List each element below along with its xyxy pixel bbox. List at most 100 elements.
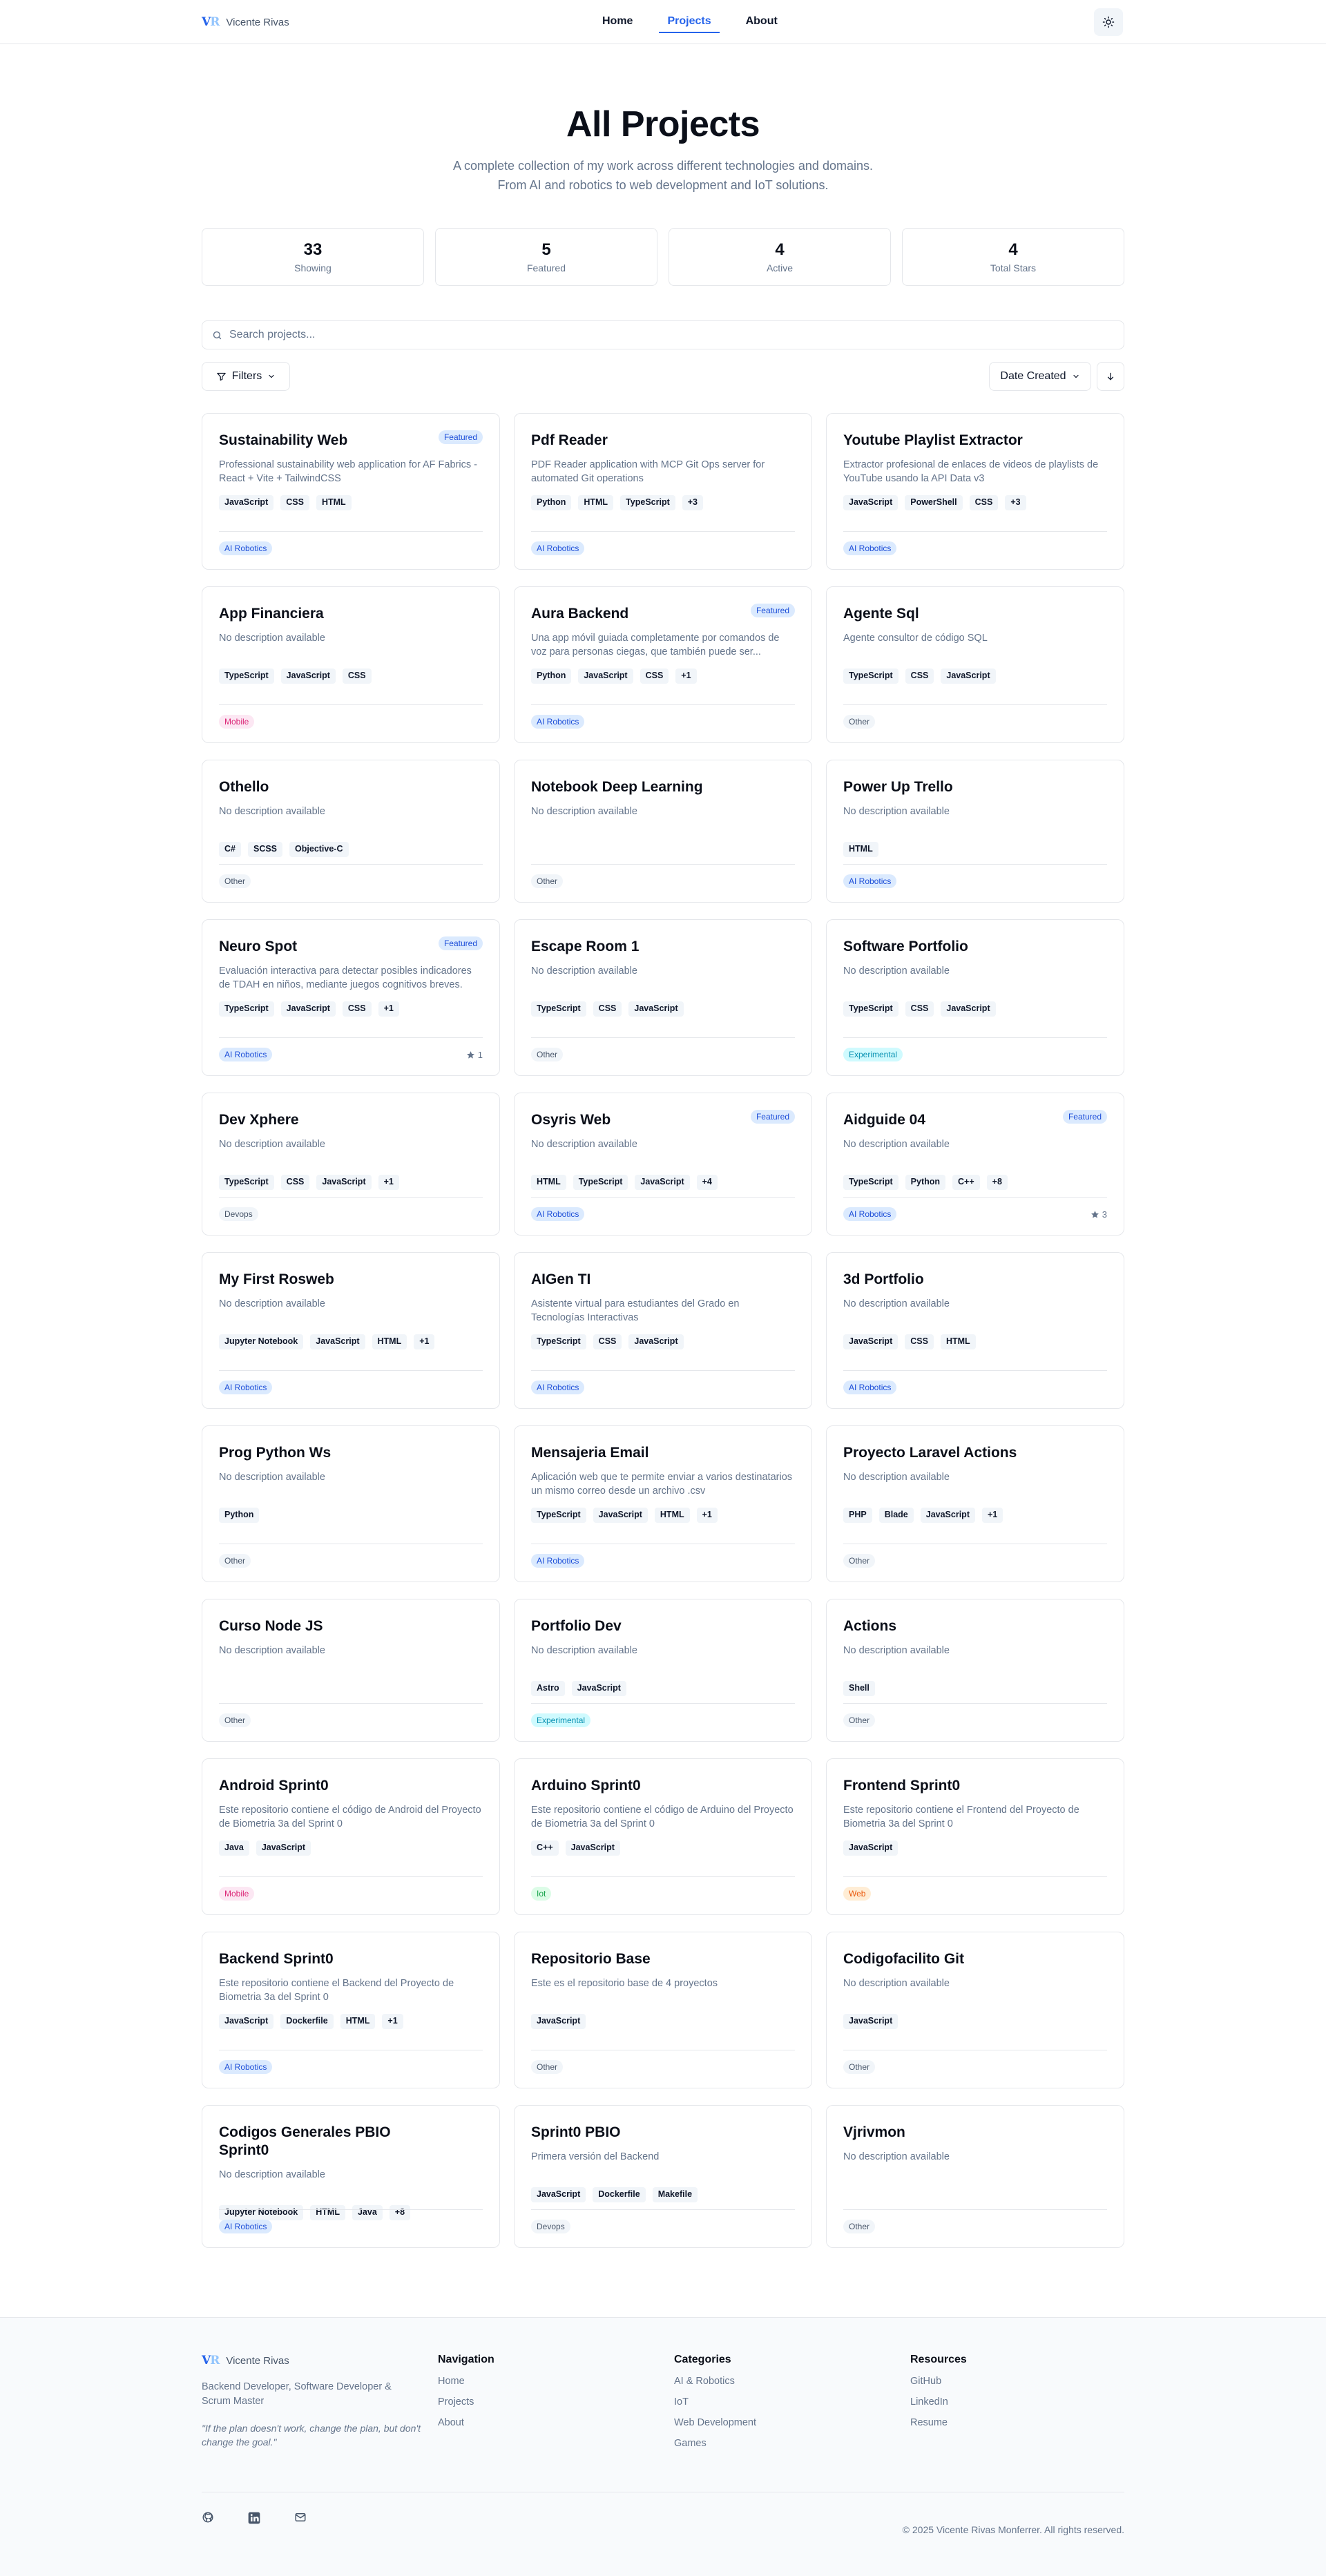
footer-link-about[interactable]: About bbox=[438, 2417, 494, 2428]
project-description: Este es el repositorio base de 4 proyect… bbox=[531, 1978, 718, 1989]
project-title[interactable]: Actions bbox=[843, 1617, 1107, 1635]
project-title[interactable]: Repositorio Base bbox=[531, 1950, 795, 1968]
footer-link-resume[interactable]: Resume bbox=[910, 2417, 967, 2428]
footer-link-games[interactable]: Games bbox=[674, 2438, 756, 2449]
tech-tag: C++ bbox=[952, 1175, 980, 1190]
project-card[interactable]: Proyecto Laravel Actions No description a… bbox=[826, 1425, 1124, 1582]
linkedin-icon[interactable] bbox=[247, 2511, 261, 2525]
project-card[interactable]: Othello No description available C# SCSS Obj… bbox=[202, 760, 500, 903]
project-title[interactable]: Proyecto Laravel Actions bbox=[843, 1444, 1107, 1462]
project-title[interactable]: Arduino Sprint0 bbox=[531, 1777, 795, 1795]
project-card[interactable]: Osyris Web Featured No description availab… bbox=[514, 1093, 812, 1236]
project-description: No description available bbox=[843, 1139, 950, 1150]
project-title[interactable]: Escape Room 1 bbox=[531, 938, 795, 956]
footer-link-linkedin[interactable]: LinkedIn bbox=[910, 2396, 967, 2407]
project-card[interactable]: Android Sprint0 Este repositorio contiene… bbox=[202, 1758, 500, 1915]
project-card[interactable]: App Financiera No description available Ty… bbox=[202, 586, 500, 743]
project-title[interactable]: 3d Portfolio bbox=[843, 1271, 1107, 1289]
project-card[interactable]: Agente Sql Agente consultor de código SQL… bbox=[826, 586, 1124, 743]
project-title[interactable]: Sprint0 PBIO bbox=[531, 2124, 795, 2142]
project-card[interactable]: Aidguide 04 Featured No description availa… bbox=[826, 1093, 1124, 1236]
project-card[interactable]: Actions No description available Shell Othe… bbox=[826, 1599, 1124, 1742]
card-footer: Devops bbox=[531, 2209, 795, 2233]
project-card[interactable]: AIGen TI Asistente virtual para estudiant… bbox=[514, 1252, 812, 1409]
project-title[interactable]: Curso Node JS bbox=[219, 1617, 483, 1635]
project-card[interactable]: Aura Backend Featured Una app móvil guiada… bbox=[514, 586, 812, 743]
project-card[interactable]: Codigos Generales PBIO Sprint0 No descrip… bbox=[202, 2105, 500, 2248]
project-title[interactable]: Dev Xphere bbox=[219, 1111, 483, 1129]
project-title[interactable]: Software Portfolio bbox=[843, 938, 1107, 956]
category-badge: Web bbox=[843, 1887, 872, 1901]
project-card[interactable]: Dev Xphere No description available TypeSc… bbox=[202, 1093, 500, 1236]
project-card[interactable]: Arduino Sprint0 Este repositorio contiene… bbox=[514, 1758, 812, 1915]
filters-button[interactable]: Filters bbox=[202, 362, 290, 391]
project-card[interactable]: Frontend Sprint0 Este repositorio contien… bbox=[826, 1758, 1124, 1915]
project-title[interactable]: Prog Python Ws bbox=[219, 1444, 483, 1462]
star-count: 1 bbox=[466, 1050, 483, 1060]
site-logo[interactable]: VR Vicente Rivas bbox=[202, 14, 289, 30]
mail-icon[interactable] bbox=[294, 2511, 307, 2524]
project-title[interactable]: Power Up Trello bbox=[843, 778, 1107, 796]
project-card[interactable]: Prog Python Ws No description available Py… bbox=[202, 1425, 500, 1582]
project-card[interactable]: Portfolio Dev No description available Ast… bbox=[514, 1599, 812, 1742]
project-card[interactable]: Neuro Spot Featured Evaluación interactiva… bbox=[202, 919, 500, 1076]
footer-logo[interactable]: VR Vicente Rivas bbox=[202, 2354, 423, 2367]
project-title[interactable]: Vjrivmon bbox=[843, 2124, 1107, 2142]
tech-tag: JavaScript bbox=[280, 1001, 336, 1017]
project-card[interactable]: 3d Portfolio No description available Java… bbox=[826, 1252, 1124, 1409]
project-title[interactable]: My First Rosweb bbox=[219, 1271, 483, 1289]
nav-about[interactable]: About bbox=[738, 10, 786, 33]
project-card[interactable]: Codigofacilito Git No description availab… bbox=[826, 1932, 1124, 2088]
footer-link-github[interactable]: GitHub bbox=[910, 2376, 967, 2387]
project-title[interactable]: AIGen TI bbox=[531, 1271, 795, 1289]
project-title[interactable]: Pdf Reader bbox=[531, 432, 795, 450]
project-card[interactable]: Repositorio Base Este es el repositorio b… bbox=[514, 1932, 812, 2088]
sort-select[interactable]: Date Created bbox=[989, 362, 1091, 391]
project-title[interactable]: Codigofacilito Git bbox=[843, 1950, 1107, 1968]
github-icon[interactable] bbox=[202, 2511, 214, 2524]
project-title[interactable]: Codigos Generales PBIO Sprint0 bbox=[219, 2124, 483, 2160]
category-badge: Other bbox=[531, 1048, 564, 1061]
project-title[interactable]: Frontend Sprint0 bbox=[843, 1777, 1107, 1795]
project-title[interactable]: Android Sprint0 bbox=[219, 1777, 483, 1795]
project-title[interactable]: Youtube Playlist Extractor bbox=[843, 432, 1107, 450]
project-card[interactable]: Backend Sprint0 Este repositorio contiene… bbox=[202, 1932, 500, 2088]
tech-tag: +1 bbox=[414, 1334, 435, 1349]
project-title[interactable]: Notebook Deep Learning bbox=[531, 778, 795, 796]
footer-link-home[interactable]: Home bbox=[438, 2376, 494, 2387]
search-bar bbox=[202, 320, 1124, 349]
project-title[interactable]: App Financiera bbox=[219, 605, 483, 623]
project-card[interactable]: Sustainability Web Featured Professional s… bbox=[202, 413, 500, 570]
footer-link-projects[interactable]: Projects bbox=[438, 2396, 494, 2407]
tech-tags bbox=[219, 1681, 483, 1696]
project-title[interactable]: Portfolio Dev bbox=[531, 1617, 795, 1635]
project-card[interactable]: Software Portfolio No description availab… bbox=[826, 919, 1124, 1076]
project-card[interactable]: Curso Node JS No description available Oth… bbox=[202, 1599, 500, 1742]
nav-projects[interactable]: Projects bbox=[659, 10, 720, 33]
nav-home[interactable]: Home bbox=[594, 10, 641, 33]
project-title[interactable]: Othello bbox=[219, 778, 483, 796]
theme-toggle-button[interactable] bbox=[1094, 8, 1123, 36]
project-card[interactable]: My First Rosweb No description available J… bbox=[202, 1252, 500, 1409]
project-title[interactable]: Mensajeria Email bbox=[531, 1444, 795, 1462]
project-card[interactable]: Youtube Playlist Extractor Extractor prof… bbox=[826, 413, 1124, 570]
footer-link-web-development[interactable]: Web Development bbox=[674, 2417, 756, 2428]
project-card[interactable]: Power Up Trello No description available H… bbox=[826, 760, 1124, 903]
project-card[interactable]: Pdf Reader PDF Reader application with MC… bbox=[514, 413, 812, 570]
project-title[interactable]: Backend Sprint0 bbox=[219, 1950, 483, 1968]
search-input[interactable] bbox=[229, 329, 1099, 341]
sort-direction-button[interactable] bbox=[1097, 362, 1124, 391]
footer-link-ai-robotics[interactable]: AI & Robotics bbox=[674, 2376, 756, 2387]
tech-tag: C++ bbox=[531, 1840, 559, 1856]
footer-link-iot[interactable]: IoT bbox=[674, 2396, 756, 2407]
project-card[interactable]: Vjrivmon No description available Other bbox=[826, 2105, 1124, 2248]
project-card[interactable]: Notebook Deep Learning No description ava… bbox=[514, 760, 812, 903]
footer-brand: VR Vicente Rivas Backend Developer, Soft… bbox=[202, 2354, 423, 2449]
card-footer: AI Robotics bbox=[219, 531, 483, 555]
project-title[interactable]: Agente Sql bbox=[843, 605, 1107, 623]
project-card[interactable]: Escape Room 1 No description available Typ… bbox=[514, 919, 812, 1076]
stat-value: 4 bbox=[775, 240, 785, 259]
project-card[interactable]: Mensajeria Email Aplicación web que te pe… bbox=[514, 1425, 812, 1582]
project-card[interactable]: Sprint0 PBIO Primera versión del Backend J… bbox=[514, 2105, 812, 2248]
card-footer: AI Robotics 1 bbox=[219, 1037, 483, 1061]
